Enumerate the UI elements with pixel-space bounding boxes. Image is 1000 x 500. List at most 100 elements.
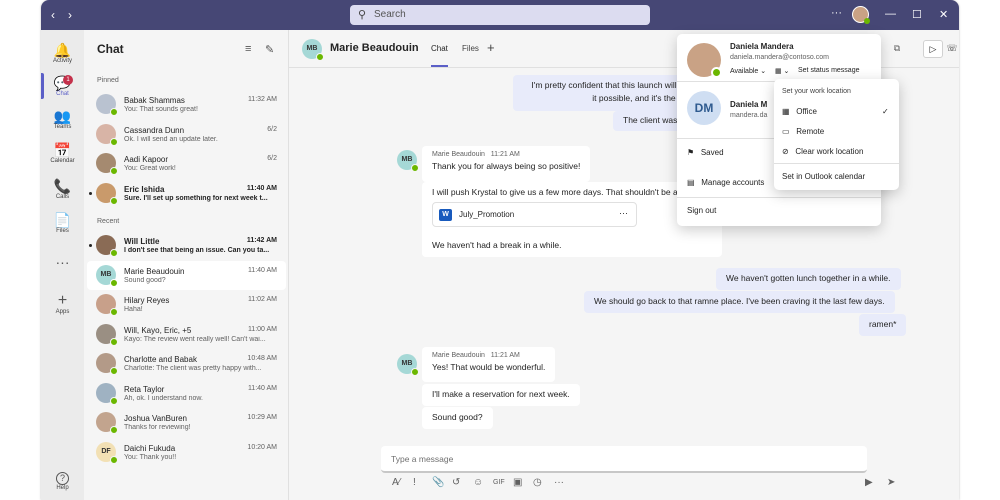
divider <box>774 163 899 164</box>
word-file-icon: W <box>439 209 452 221</box>
loop-icon[interactable]: ↺ <box>452 477 460 488</box>
more-actions-icon[interactable]: ··· <box>554 477 564 488</box>
tab-files[interactable]: Files <box>462 44 479 53</box>
profile-avatar[interactable] <box>687 43 722 78</box>
location-remote-item[interactable]: ▭ Remote <box>782 127 824 136</box>
tab-active-indicator <box>431 65 448 67</box>
file-more-icon[interactable]: ··· <box>619 208 628 218</box>
chat-list-item[interactable]: Joshua VanBuren 10:29 AM Thanks for review… <box>87 408 286 437</box>
forward-icon[interactable]: › <box>68 8 72 22</box>
sent-message[interactable]: We haven't gotten lunch together in a wh… <box>716 268 901 290</box>
message-compose-box[interactable]: Type a message <box>381 446 867 473</box>
outlook-calendar-item[interactable]: Set in Outlook calendar <box>782 172 865 181</box>
clear-location-item[interactable]: ⊘ Clear work location <box>782 147 863 156</box>
user-avatar-button[interactable] <box>852 6 870 24</box>
tab-chat[interactable]: Chat <box>431 44 448 53</box>
format-icon[interactable]: A⁄ <box>392 477 400 488</box>
add-tab-button[interactable]: + <box>487 40 495 55</box>
rail-activity[interactable]: 🔔 Activity <box>41 42 84 64</box>
new-chat-icon[interactable]: ✎ <box>265 43 274 56</box>
chat-list-item[interactable]: Cassandra Dunn 6/2 Ok. I will send an upda… <box>87 120 286 149</box>
rail-label: Apps <box>55 309 70 315</box>
saved-label: Saved <box>700 148 724 157</box>
rail-files[interactable]: 📄 Files <box>41 212 84 234</box>
remote-label: Remote <box>796 127 825 136</box>
file-icon: 📄 <box>53 212 72 228</box>
sign-out-button[interactable]: Sign out <box>687 206 716 215</box>
chat-list-item[interactable]: MB Marie Beaudouin 11:40 AM Sound good? <box>87 260 286 290</box>
account-avatar[interactable]: DM <box>687 91 721 125</box>
chat-time: 6/2 <box>267 125 277 133</box>
rail-help[interactable]: ? Help <box>41 472 84 491</box>
chat-name: Will Little <box>124 237 160 246</box>
maximize-button[interactable]: ☐ <box>912 8 922 21</box>
file-attachment[interactable]: W July_Promotion ··· <box>432 202 637 227</box>
chat-list-item[interactable]: Aadi Kapoor 6/2 You: Great work! <box>87 149 286 178</box>
app-rail: 🔔 Activity 💬 1 Chat 👥 Teams 📅 Calendar 📞 Calls… <box>41 30 84 500</box>
avatar[interactable]: MB <box>397 354 419 376</box>
clear-icon: ⊘ <box>782 147 789 156</box>
phone-icon: 📞 <box>53 178 72 194</box>
sent-message[interactable]: ramen* <box>859 314 907 336</box>
conversation-title[interactable]: Marie Beaudouin <box>330 42 419 54</box>
more-options-button[interactable]: ··· <box>831 7 842 19</box>
received-message[interactable]: Marie Beaudouin 11:21 AM Yes! That would… <box>422 347 556 382</box>
send-icon[interactable]: ➤ <box>887 477 895 488</box>
chat-list-item[interactable]: Charlotte and Babak 10:48 AM Charlotte: Th… <box>87 349 286 378</box>
search-input[interactable]: ⚲ Search <box>350 5 650 25</box>
chat-name: Reta Taylor <box>124 384 165 394</box>
chat-list-item[interactable]: Reta Taylor 11:40 AM Ah, ok. I understand … <box>87 379 286 408</box>
gif-icon[interactable]: GIF <box>493 479 505 486</box>
received-message[interactable]: I'll make a reservation for next week. <box>422 384 580 406</box>
chat-time: 11:40 AM <box>247 384 277 392</box>
message-text: Thank you for always being so positive! <box>432 161 581 171</box>
saved-item[interactable]: ⚑ Saved <box>687 148 724 157</box>
rail-apps[interactable]: + Apps <box>41 293 84 316</box>
chat-time: 6/2 <box>267 155 277 162</box>
minimize-button[interactable]: — <box>885 8 896 20</box>
avatar[interactable]: MB <box>302 39 324 61</box>
chat-list-item[interactable]: Eric Ishida 11:40 AM Sure. I'll set up som… <box>87 179 286 208</box>
rail-more[interactable]: ··· <box>41 254 84 270</box>
chat-list-item[interactable]: Will Little 11:42 AM I don't see that bein… <box>87 231 286 260</box>
location-dropdown[interactable]: ▦ ⌄ <box>775 67 789 75</box>
meet-now-icon[interactable]: ▶ <box>865 477 873 488</box>
chat-list-item[interactable]: DF Daichi Fukuda 10:20 AM You: Thank you!! <box>87 438 286 467</box>
received-message[interactable]: We haven't had a break in a while. <box>422 235 572 257</box>
presence-icon <box>110 137 118 146</box>
received-message[interactable]: Marie Beaudouin 11:21 AM Thank you for a… <box>422 146 591 182</box>
rail-calls[interactable]: 📞 Calls <box>41 178 84 200</box>
message-text: We haven't gotten lunch together in a wh… <box>726 273 891 283</box>
avatar <box>96 382 118 405</box>
set-status-message-button[interactable]: Set status message <box>798 67 859 74</box>
rail-teams[interactable]: 👥 Teams <box>41 108 84 130</box>
filter-icon[interactable]: ≡ <box>245 43 251 55</box>
chat-list-item[interactable]: Babak Shammas 11:32 AM You: That sounds gr… <box>87 90 286 119</box>
audio-call-icon[interactable]: ☏ <box>945 40 959 58</box>
rail-chat[interactable]: 💬 1 Chat <box>41 75 84 97</box>
manage-accounts-item[interactable]: ▤ Manage accounts <box>687 178 764 187</box>
back-icon[interactable]: ‹ <box>51 8 55 22</box>
priority-icon[interactable]: ! <box>413 477 416 488</box>
sticker-icon[interactable]: ▣ <box>513 477 522 488</box>
share-icon[interactable]: ⧉ <box>887 40 907 58</box>
close-button[interactable]: ✕ <box>939 8 948 21</box>
received-message[interactable]: Sound good? <box>422 407 493 429</box>
rail-label: Calls <box>55 194 70 200</box>
chat-time: 11:40 AM <box>247 266 277 274</box>
video-call-icon[interactable]: ▷ <box>923 40 943 58</box>
avatar <box>96 153 118 175</box>
status-dropdown[interactable]: Available ⌄ <box>730 67 766 75</box>
attach-icon[interactable]: 📎 <box>432 477 444 488</box>
schedule-meeting-icon[interactable]: ◷ <box>533 477 542 488</box>
rail-label: Teams <box>53 124 72 130</box>
location-office-item[interactable]: ▦ Office <box>782 107 817 116</box>
rail-calendar[interactable]: 📅 Calendar <box>41 142 84 164</box>
help-icon: ? <box>56 472 69 485</box>
avatar[interactable]: MB <box>397 150 419 172</box>
chat-list-item[interactable]: Hilary Reyes 11:02 AM Haha! <box>87 290 286 319</box>
sent-message[interactable]: We should go back to that ramne place. I… <box>584 291 895 313</box>
emoji-icon[interactable]: ☺ <box>473 477 483 488</box>
avatar-initials: MB <box>306 45 318 52</box>
chat-list-item[interactable]: Will, Kayo, Eric, +5 11:00 AM Kayo: The re… <box>87 320 286 349</box>
